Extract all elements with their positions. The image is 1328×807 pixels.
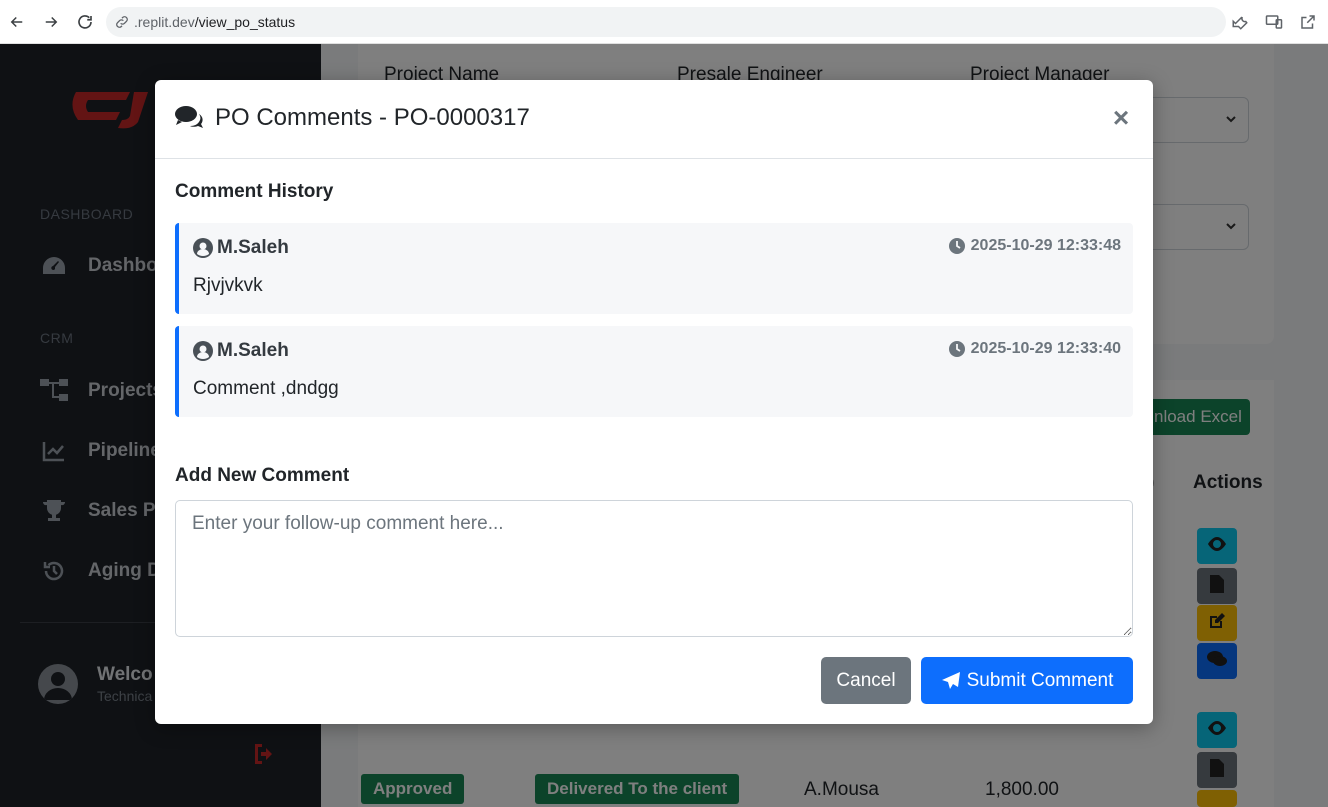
po-comments-modal: PO Comments - PO-0000317 × Comment Histo… <box>155 80 1153 724</box>
devices-icon[interactable] <box>1262 10 1286 34</box>
comment-author: M.Saleh <box>193 237 289 259</box>
forward-icon[interactable] <box>34 5 68 39</box>
comment-timestamp: 2025-10-29 12:33:40 <box>948 340 1121 358</box>
comment-body: Rjvjvkvk <box>193 275 263 296</box>
comment-item: M.Saleh 2025-10-29 12:33:48 Rjvjvkvk <box>175 223 1133 314</box>
close-button[interactable]: × <box>1111 104 1131 132</box>
comment-author-name: M.Saleh <box>217 340 289 361</box>
link-icon <box>116 16 128 28</box>
add-comment-heading: Add New Comment <box>175 465 350 486</box>
open-external-icon[interactable] <box>1296 10 1320 34</box>
submit-comment-button[interactable]: Submit Comment <box>921 657 1133 704</box>
clock-icon <box>948 341 965 357</box>
comment-time-text: 2025-10-29 12:33:48 <box>970 237 1121 254</box>
url-path: /view_po_status <box>194 14 296 30</box>
modal-title: PO Comments - PO-0000317 <box>175 104 530 132</box>
reload-icon[interactable] <box>68 5 102 39</box>
modal-title-text: PO Comments - PO-0000317 <box>215 104 530 131</box>
comment-body: Comment ,dndgg <box>193 378 339 399</box>
comment-time-text: 2025-10-29 12:33:40 <box>970 340 1121 357</box>
user-circle-icon <box>193 341 213 361</box>
comment-item: M.Saleh 2025-10-29 12:33:40 Comment ,dnd… <box>175 326 1133 417</box>
browser-toolbar: .replit.dev/view_po_status <box>0 0 1328 44</box>
submit-label: Submit Comment <box>966 669 1114 691</box>
comment-history-heading: Comment History <box>175 181 334 202</box>
user-circle-icon <box>193 238 213 258</box>
cancel-button[interactable]: Cancel <box>821 657 911 704</box>
address-bar[interactable]: .replit.dev/view_po_status <box>106 7 1226 37</box>
comment-textarea[interactable] <box>175 500 1133 637</box>
paper-plane-icon <box>941 671 961 691</box>
back-icon[interactable] <box>0 5 34 39</box>
modal-header: PO Comments - PO-0000317 × <box>155 80 1153 159</box>
comment-author: M.Saleh <box>193 340 289 362</box>
comment-author-name: M.Saleh <box>217 237 289 258</box>
comment-timestamp: 2025-10-29 12:33:48 <box>948 237 1121 255</box>
url-host: .replit.dev <box>134 14 195 30</box>
wrench-icon[interactable] <box>1228 10 1252 34</box>
comments-icon <box>175 105 205 131</box>
clock-icon <box>948 238 965 254</box>
